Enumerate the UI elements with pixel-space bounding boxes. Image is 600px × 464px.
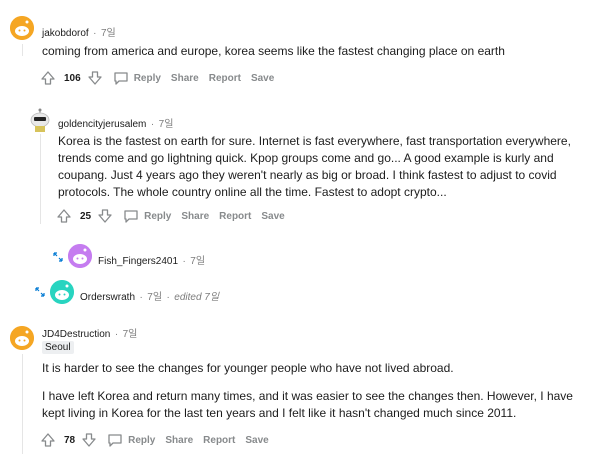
username[interactable]: Fish_Fingers2401 xyxy=(98,256,178,267)
action-bar: 25 Reply Share Report Save xyxy=(56,206,295,226)
timestamp[interactable]: 7일 xyxy=(101,28,116,39)
timestamp[interactable]: 7일 xyxy=(190,256,205,267)
upvote-button[interactable] xyxy=(40,70,56,86)
avatar[interactable] xyxy=(50,280,74,304)
report-button[interactable]: Report xyxy=(203,435,235,446)
save-button[interactable]: Save xyxy=(245,435,268,446)
snoo-custom-avatar-icon xyxy=(30,108,50,132)
save-button[interactable]: Save xyxy=(261,211,284,222)
action-bar: 106 Reply Share Report Save xyxy=(40,68,284,88)
comment-paragraph: It is harder to see the changes for youn… xyxy=(42,361,454,375)
comment-bubble-icon xyxy=(114,72,128,85)
separator: · xyxy=(166,292,170,303)
vote-count: 78 xyxy=(64,434,76,446)
username[interactable]: jakobdorof xyxy=(42,28,89,39)
vote-count: 106 xyxy=(64,72,81,84)
timestamp[interactable]: 7일 xyxy=(123,329,138,340)
thread-line[interactable] xyxy=(22,44,23,56)
share-button[interactable]: Share xyxy=(181,211,209,222)
share-button[interactable]: Share xyxy=(165,435,193,446)
reply-label: Reply xyxy=(144,210,172,222)
comment-text: Korea is the fastest on earth for sure. … xyxy=(58,134,571,199)
comment-bubble-icon xyxy=(124,210,138,223)
reply-button[interactable]: Reply xyxy=(113,70,161,86)
separator: · xyxy=(182,256,186,267)
avatar[interactable] xyxy=(10,16,34,40)
expand-thread-icon[interactable] xyxy=(34,285,46,303)
comment-bubble-icon xyxy=(108,434,122,447)
snoo-avatar-icon xyxy=(50,280,74,304)
upvote-icon xyxy=(41,71,55,85)
upvote-icon xyxy=(57,209,71,223)
save-button[interactable]: Save xyxy=(251,73,274,84)
report-button[interactable]: Report xyxy=(219,211,251,222)
downvote-button[interactable] xyxy=(97,208,113,224)
action-bar: 78 Reply Share Report Save xyxy=(40,430,279,450)
reply-button[interactable]: Reply xyxy=(123,208,171,224)
user-flair: Seoul xyxy=(42,341,74,354)
report-button[interactable]: Report xyxy=(209,73,241,84)
username[interactable]: goldencityjerusalem xyxy=(58,119,146,130)
upvote-button[interactable] xyxy=(56,208,72,224)
thread-line[interactable] xyxy=(40,134,41,224)
edited-label: edited 7일 xyxy=(174,292,220,303)
separator: · xyxy=(150,119,155,130)
downvote-icon xyxy=(88,71,102,85)
timestamp[interactable]: 7일 xyxy=(159,119,174,130)
upvote-icon xyxy=(41,433,55,447)
downvote-button[interactable] xyxy=(87,70,103,86)
separator: · xyxy=(139,292,143,303)
downvote-icon xyxy=(98,209,112,223)
comment-paragraph: I have left Korea and return many times,… xyxy=(42,389,573,420)
upvote-button[interactable] xyxy=(40,432,56,448)
downvote-button[interactable] xyxy=(81,432,97,448)
reply-button[interactable]: Reply xyxy=(107,432,155,448)
timestamp[interactable]: 7일 xyxy=(147,292,162,303)
separator: · xyxy=(93,28,97,39)
downvote-icon xyxy=(82,433,96,447)
comment-text: coming from america and europe, korea se… xyxy=(42,44,505,58)
separator: · xyxy=(114,329,119,340)
snoo-avatar-icon xyxy=(10,326,34,350)
avatar[interactable] xyxy=(28,106,52,132)
username[interactable]: Orderswrath xyxy=(80,292,135,303)
avatar[interactable] xyxy=(10,326,34,350)
thread-line[interactable] xyxy=(22,354,23,454)
reply-label: Reply xyxy=(128,434,156,446)
username[interactable]: JD4Destruction xyxy=(42,329,110,340)
snoo-avatar-icon xyxy=(68,244,92,268)
expand-thread-icon[interactable] xyxy=(52,250,64,268)
share-button[interactable]: Share xyxy=(171,73,199,84)
reply-label: Reply xyxy=(133,72,161,84)
avatar[interactable] xyxy=(68,244,92,268)
vote-count: 25 xyxy=(80,210,92,222)
snoo-avatar-icon xyxy=(10,16,34,40)
